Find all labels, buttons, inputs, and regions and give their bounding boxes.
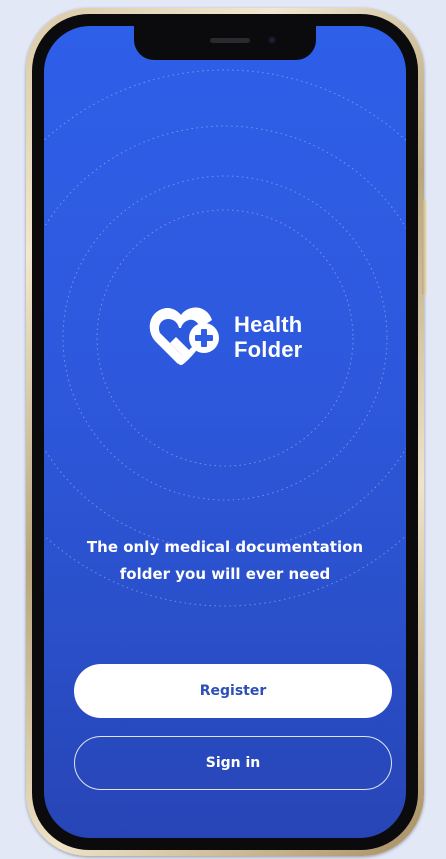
device-mockup: Health Folder The only medical documenta… <box>0 0 446 859</box>
tagline: The only medical documentation folder yo… <box>64 534 386 588</box>
app-screen: Health Folder The only medical documenta… <box>44 26 406 838</box>
brand-line-2: Folder <box>234 337 303 362</box>
register-button[interactable]: Register <box>74 664 392 718</box>
heart-plus-icon <box>149 307 219 365</box>
app-logo: Health Folder <box>148 302 328 372</box>
register-button-label: Register <box>199 683 267 699</box>
front-camera <box>268 36 276 44</box>
side-button <box>422 200 427 295</box>
earpiece-speaker <box>210 38 250 43</box>
tagline-line-2: folder you will ever need <box>119 565 331 583</box>
sign-in-button[interactable]: Sign in <box>74 736 392 790</box>
brand-line-1: Health <box>234 312 303 337</box>
home-indicator <box>165 822 285 826</box>
brand-name: Health Folder <box>234 312 302 362</box>
tagline-line-1: The only medical documentation <box>86 538 364 556</box>
notch <box>134 26 316 60</box>
sign-in-button-label: Sign in <box>205 755 261 771</box>
